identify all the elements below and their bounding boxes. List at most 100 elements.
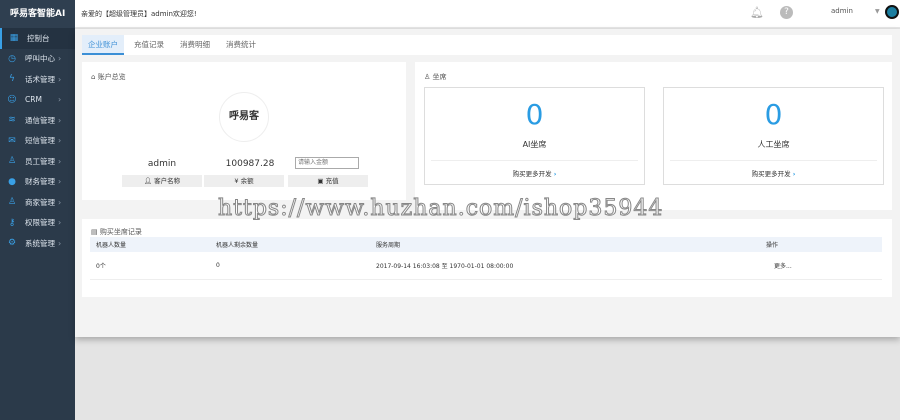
sidebar-item-label: CRM — [25, 95, 42, 105]
clock-icon: ◷ — [8, 53, 16, 64]
sidebar-item[interactable]: ⚷ 权限管理 › — [0, 213, 75, 234]
label: 客户名称 — [154, 177, 181, 185]
sidebar-item[interactable]: ⚙ 系统管理 › — [0, 233, 75, 254]
ai-seat-card: 0 AI坐席 购买更多开发 › — [424, 87, 645, 185]
panel-title: ⌂ 账户总览 — [91, 72, 126, 82]
cell: 0个 — [90, 252, 210, 280]
human-seat-card: 0 人工坐席 购买更多开发 › — [663, 87, 884, 185]
label: 余额 — [240, 177, 254, 185]
finance-icon: ● — [8, 176, 16, 187]
script-icon: ϟ — [9, 74, 15, 85]
label: 购买更多开发 — [751, 170, 791, 178]
seat-icon: ♙ — [424, 73, 431, 81]
panel-title: ♙ 坐席 — [424, 72, 447, 82]
tab-consumption-stats[interactable]: 消费统计 — [220, 35, 262, 55]
sidebar-item-label: 系统管理 — [25, 238, 55, 248]
chevron-right-icon: › — [58, 238, 62, 248]
chevron-right-icon: › — [58, 74, 62, 84]
dashboard-icon: ▦ — [9, 33, 19, 44]
label: 充值 — [325, 177, 339, 185]
sidebar-nav: ▦ 控制台 ◷ 呼叫中心 › ϟ 话术管理 › ☺ CRM › ≋ 通信管理 › ✉ 短信管理 › ♙ 员工管理 › ●… — [0, 28, 75, 254]
more-link[interactable]: 更多... — [760, 252, 882, 280]
tab-bar: 企业账户 充值记录 消费明细 消费统计 — [82, 35, 892, 55]
panel-title: ▤ 购买坐席记录 — [91, 227, 142, 237]
user-menu[interactable]: admin — [831, 7, 853, 15]
sidebar-item-label: 员工管理 — [25, 156, 55, 166]
customer-name-button[interactable]: 👤︎ 客户名称 — [122, 175, 202, 187]
tab-enterprise-account[interactable]: 企业账户 — [82, 35, 124, 55]
seat-label: 人工坐席 — [757, 140, 790, 149]
column-header: 机器人剩余数量 — [210, 237, 370, 252]
balance-button[interactable]: ¥ 余额 — [204, 175, 284, 187]
tab-consumption-detail[interactable]: 消费明细 — [174, 35, 216, 55]
title-text: 账户总览 — [97, 73, 126, 81]
column-header: 操作 — [760, 237, 882, 252]
chevron-down-icon[interactable]: ▼ — [875, 8, 880, 15]
title-text: 购买坐席记录 — [99, 228, 142, 236]
sidebar-item[interactable]: ϟ 话术管理 › — [0, 69, 75, 90]
seats-panel: ♙ 坐席 0 AI坐席 购买更多开发 › 0 人工坐席 购买更多开发 › — [415, 62, 892, 210]
table-row: 0个 0 2017-09-14 16:03:08 至 1970-01-01 08:0… — [90, 252, 882, 280]
avatar[interactable] — [885, 5, 899, 19]
recharge-button[interactable]: ▣ 充值 — [288, 175, 368, 187]
sidebar-item[interactable]: ✉ 短信管理 › — [0, 131, 75, 152]
app-logo: 呼易客智能AI — [0, 0, 75, 28]
seat-count: 0 — [525, 98, 544, 131]
seat-count: 0 — [764, 98, 783, 131]
sidebar-item[interactable]: ● 财务管理 › — [0, 172, 75, 193]
chevron-right-icon: › — [792, 170, 796, 178]
chevron-right-icon: › — [58, 156, 62, 166]
sidebar-item[interactable]: ♙ 员工管理 › — [0, 151, 75, 172]
header: 亲爱的【超级管理员】admin欢迎您! 🔔︎ ? admin ▼ — [75, 0, 900, 28]
sidebar-item-label: 商家管理 — [25, 197, 55, 207]
tab-recharge-records[interactable]: 充值记录 — [128, 35, 170, 55]
key-icon: ⚷ — [8, 217, 16, 228]
sidebar-item-label: 短信管理 — [25, 136, 55, 146]
main-content: 企业账户 充值记录 消费明细 消费统计 ⌂ 账户总览 呼易客 admin 100… — [75, 29, 900, 337]
chevron-right-icon: › — [58, 177, 62, 187]
column-header: 机器人数量 — [90, 237, 210, 252]
seat-records-panel: ▤ 购买坐席记录 机器人数量 机器人剩余数量 服务周期 操作 0个 0 2017-09-1… — [82, 219, 892, 297]
chevron-right-icon: › — [58, 54, 62, 64]
sidebar: 呼易客智能AI ▦ 控制台 ◷ 呼叫中心 › ϟ 话术管理 › ☺ CRM › ≋ 通信管理 › ✉ 短信管理… — [0, 0, 75, 420]
users-icon: ☺ — [7, 94, 17, 105]
help-icon[interactable]: ? — [780, 6, 793, 19]
sidebar-item-label: 控制台 — [27, 33, 50, 43]
buy-more-link[interactable]: 购买更多开发 › — [664, 168, 883, 178]
chevron-right-icon: › — [58, 136, 62, 146]
user-icon: ♙ — [7, 156, 17, 167]
chevron-right-icon: › — [58, 218, 62, 228]
watermark: https://www.huzhan.com/ishop35944 — [217, 196, 664, 222]
account-name: admin — [147, 159, 177, 169]
cell: 2017-09-14 16:03:08 至 1970-01-01 08:00:0… — [370, 252, 760, 280]
bell-icon[interactable]: 🔔︎ — [750, 6, 764, 19]
sidebar-item[interactable]: ◷ 呼叫中心 › — [0, 49, 75, 70]
calendar-icon: ▤ — [91, 228, 98, 236]
sidebar-item-label: 通信管理 — [25, 115, 55, 125]
account-overview-panel: ⌂ 账户总览 呼易客 admin 100987.28 👤︎ 客户名称 ¥ 余额 … — [82, 62, 406, 200]
buy-more-link[interactable]: 购买更多开发 › — [425, 168, 644, 178]
title-text: 坐席 — [432, 73, 447, 81]
label: 购买更多开发 — [512, 170, 552, 178]
welcome-text: 亲爱的【超级管理员】admin欢迎您! — [81, 10, 197, 18]
column-header: 服务周期 — [370, 237, 760, 252]
chevron-right-icon: › — [553, 170, 557, 178]
sliders-icon: ≋ — [8, 115, 16, 126]
seat-label: AI坐席 — [522, 140, 547, 149]
sidebar-item-label: 呼叫中心 — [25, 54, 55, 64]
sidebar-item-label: 权限管理 — [25, 218, 55, 228]
home-icon: ⌂ — [91, 73, 96, 81]
company-logo: 呼易客 — [219, 92, 269, 142]
sidebar-item[interactable]: ♙ 商家管理 › — [0, 192, 75, 213]
sidebar-item-label: 话术管理 — [25, 74, 55, 84]
sidebar-item[interactable]: ▦ 控制台 — [0, 28, 75, 49]
records-table: 机器人数量 机器人剩余数量 服务周期 操作 0个 0 2017-09-14 16:03:0… — [90, 237, 882, 280]
cell: 0 — [210, 252, 370, 280]
chevron-right-icon: › — [58, 197, 62, 207]
amount-input[interactable] — [295, 157, 359, 169]
gear-icon: ⚙ — [7, 238, 17, 249]
chevron-right-icon: › — [58, 95, 62, 105]
sidebar-item[interactable]: ☺ CRM › — [0, 90, 75, 111]
account-balance: 100987.28 — [225, 159, 275, 169]
sidebar-item[interactable]: ≋ 通信管理 › — [0, 110, 75, 131]
